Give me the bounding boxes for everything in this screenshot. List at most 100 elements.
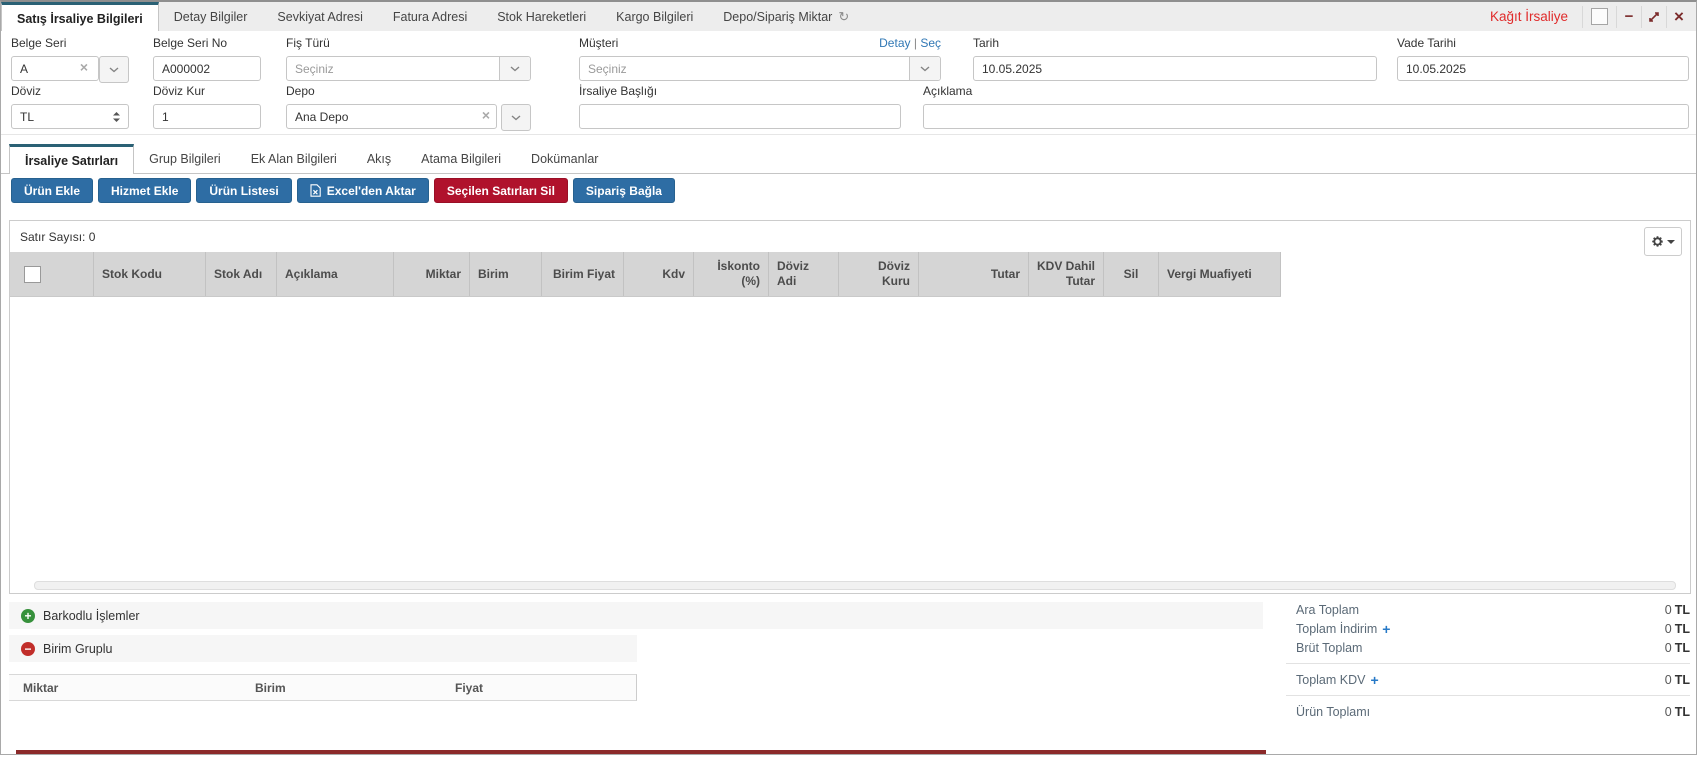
siparis-bagla-button[interactable]: Sipariş Bağla <box>573 178 675 203</box>
doviz-kur-input[interactable] <box>153 104 261 129</box>
clear-icon[interactable]: × <box>482 108 490 122</box>
totals-divider <box>1286 695 1690 696</box>
button-label: Seçilen Satırları Sil <box>447 184 555 198</box>
musteri-dropdown-button[interactable] <box>909 57 940 80</box>
grid-header-vergi-muafiyeti[interactable]: Vergi Muafiyeti <box>1159 252 1281 296</box>
brut-toplam-value: 0 <box>1665 641 1672 655</box>
grid-header-iskonto[interactable]: İskonto (%) <box>694 252 769 296</box>
barkodlu-islemler-section[interactable]: + Barkodlu İşlemler <box>9 602 1263 629</box>
doviz-select[interactable]: TL <box>11 104 129 129</box>
totals-panel: Ara Toplam 0TL Toplam İndirim+ 0TL Brüt … <box>1286 600 1690 721</box>
urun-ekle-button[interactable]: Ürün Ekle <box>11 178 93 203</box>
grid-header-kdv-dahil-tutar[interactable]: KDV Dahil Tutar <box>1029 252 1104 296</box>
aciklama-label: Açıklama <box>923 84 1689 98</box>
grid-header-stok-adi[interactable]: Stok Adı <box>206 252 277 296</box>
aciklama-input[interactable] <box>923 104 1689 129</box>
tarih-input[interactable] <box>973 56 1377 81</box>
urun-toplami-value: 0 <box>1665 705 1672 719</box>
paper-delivery-label[interactable]: Kağıt İrsaliye <box>1490 9 1568 24</box>
tab-kargo-bilgileri[interactable]: Kargo Bilgileri <box>601 2 708 31</box>
clear-icon[interactable]: × <box>80 60 88 74</box>
vade-tarihi-input[interactable] <box>1397 56 1689 81</box>
subtab-irsaliye-satirlari[interactable]: İrsaliye Satırları <box>9 144 134 174</box>
totals-divider <box>1286 663 1690 664</box>
grid-header-doviz-kuru[interactable]: Döviz Kuru <box>839 252 919 296</box>
add-discount-icon[interactable]: + <box>1382 623 1390 635</box>
button-label: Ürün Ekle <box>24 184 80 198</box>
subtab-grup-bilgileri[interactable]: Grup Bilgileri <box>134 144 236 173</box>
minimize-button[interactable]: − <box>1616 6 1641 28</box>
fis-turu-dropdown-button[interactable] <box>499 57 530 80</box>
field-belge-seri-no: Belge Seri No <box>153 36 261 81</box>
window-controls: Kağıt İrsaliye − × <box>1490 2 1696 31</box>
musteri-sec-link[interactable]: Seç <box>920 36 941 50</box>
grid-header-sil[interactable]: Sil <box>1104 252 1159 296</box>
musteri-detay-link[interactable]: Detay <box>879 36 910 50</box>
subtab-atama-bilgileri[interactable]: Atama Bilgileri <box>406 144 516 173</box>
subtab-akis[interactable]: Akış <box>352 144 406 173</box>
barkodlu-islemler-label: Barkodlu İşlemler <box>43 609 140 623</box>
row-count-label: Satır Sayısı: 0 <box>20 230 95 244</box>
grid-header-doviz-adi[interactable]: Döviz Adi <box>769 252 839 296</box>
irsaliye-basligi-label: İrsaliye Başlığı <box>579 84 901 98</box>
depo-dropdown-button[interactable] <box>501 104 531 131</box>
expand-icon <box>1648 11 1660 23</box>
depo-label: Depo <box>286 84 531 98</box>
grid-header-stok-kodu[interactable]: Stok Kodu <box>94 252 206 296</box>
belge-seri-no-label: Belge Seri No <box>153 36 261 50</box>
lines-grid: Satır Sayısı: 0 Stok Kodu Stok Adı Açıkl… <box>9 220 1691 594</box>
tab-depo-siparis-miktar[interactable]: Depo/Sipariş Miktar ↻ <box>708 2 864 31</box>
unit-header-miktar: Miktar <box>9 681 241 695</box>
tab-fatura-adresi[interactable]: Fatura Adresi <box>378 2 482 31</box>
depo-input[interactable] <box>286 104 497 129</box>
brut-toplam-label: Brüt Toplam <box>1296 641 1362 655</box>
lines-tabbar: İrsaliye Satırları Grup Bilgileri Ek Ala… <box>1 144 1696 174</box>
toplam-indirim-value: 0 <box>1665 622 1672 636</box>
subtab-dokumanlar[interactable]: Dokümanlar <box>516 144 613 173</box>
urun-listesi-button[interactable]: Ürün Listesi <box>196 178 291 203</box>
subtab-label: İrsaliye Satırları <box>25 154 118 168</box>
unit-table-header: Miktar Birim Fiyat <box>9 674 637 701</box>
currency-label: TL <box>1675 705 1690 719</box>
currency-label: TL <box>1675 673 1690 687</box>
select-all-checkbox[interactable] <box>24 266 41 283</box>
tab-detay-bilgiler[interactable]: Detay Bilgiler <box>159 2 263 31</box>
toplam-indirim-label: Toplam İndirim <box>1296 622 1377 636</box>
subtab-ek-alan-bilgileri[interactable]: Ek Alan Bilgileri <box>236 144 352 173</box>
grid-header-birim-fiyat[interactable]: Birim Fiyat <box>542 252 624 296</box>
field-doviz: Döviz TL <box>11 84 129 129</box>
tab-label: Kargo Bilgileri <box>616 10 693 24</box>
musteri-select[interactable]: Seçiniz <box>579 56 941 81</box>
close-button[interactable]: × <box>1666 6 1691 28</box>
irsaliye-basligi-input[interactable] <box>579 104 901 129</box>
belge-seri-label: Belge Seri <box>11 36 129 50</box>
tarih-label: Tarih <box>973 36 1377 50</box>
grid-header-kdv[interactable]: Kdv <box>624 252 694 296</box>
total-row-toplam-indirim: Toplam İndirim+ 0TL <box>1286 619 1690 638</box>
excelden-aktar-button[interactable]: Excel'den Aktar <box>297 178 429 203</box>
secilen-satirlari-sil-button[interactable]: Seçilen Satırları Sil <box>434 178 568 203</box>
grid-header-tutar[interactable]: Tutar <box>919 252 1029 296</box>
grid-header-row: Stok Kodu Stok Adı Açıklama Miktar Birim… <box>10 252 1281 297</box>
grid-header-aciklama[interactable]: Açıklama <box>277 252 394 296</box>
grid-settings-button[interactable] <box>1644 227 1682 256</box>
grid-header-birim[interactable]: Birim <box>470 252 542 296</box>
lines-toolbar: Ürün Ekle Hizmet Ekle Ürün Listesi Excel… <box>11 178 675 203</box>
hizmet-ekle-button[interactable]: Hizmet Ekle <box>98 178 191 203</box>
horizontal-scrollbar[interactable] <box>34 581 1676 590</box>
belge-seri-no-input[interactable] <box>153 56 261 81</box>
paper-delivery-checkbox[interactable] <box>1591 8 1608 25</box>
field-doviz-kur: Döviz Kur <box>153 84 261 129</box>
field-aciklama: Açıklama <box>923 84 1689 129</box>
grid-header-miktar[interactable]: Miktar <box>394 252 470 296</box>
add-vat-icon[interactable]: + <box>1370 674 1378 686</box>
total-row-urun-toplami: Ürün Toplamı 0TL <box>1286 702 1690 721</box>
tab-stok-hareketleri[interactable]: Stok Hareketleri <box>482 2 601 31</box>
tab-satis-irsaliye-bilgileri[interactable]: Satış İrsaliye Bilgileri <box>1 2 159 32</box>
maximize-button[interactable] <box>1641 6 1666 28</box>
chevron-down-icon <box>511 115 521 121</box>
birim-gruplu-section[interactable]: − Birim Gruplu <box>9 635 637 662</box>
tab-sevkiyat-adresi[interactable]: Sevkiyat Adresi <box>262 2 377 31</box>
fis-turu-select[interactable]: Seçiniz <box>286 56 531 81</box>
subtab-label: Grup Bilgileri <box>149 152 221 166</box>
